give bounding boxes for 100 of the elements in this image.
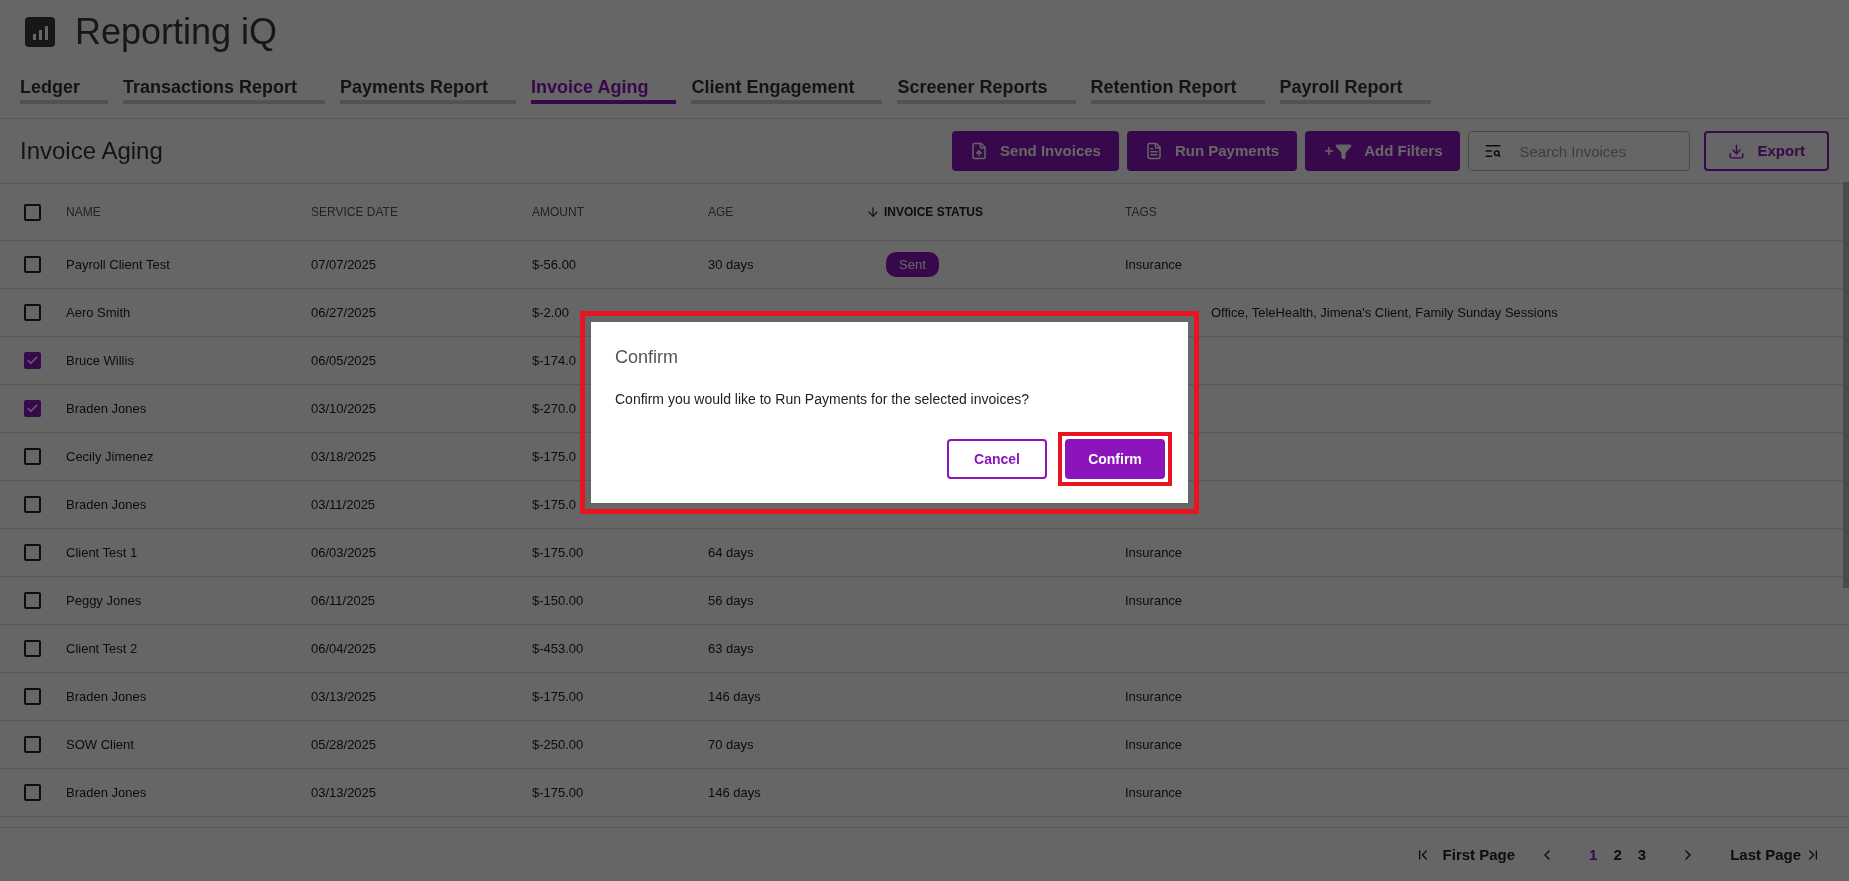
table-cell: 56 days <box>708 592 754 608</box>
toolbar-button[interactable]: Add Filters <box>1305 131 1461 171</box>
page-title: Invoice Aging <box>20 136 163 166</box>
column-header[interactable]: SERVICE DATE <box>311 203 398 221</box>
table-cell: $-2.00 <box>532 304 569 320</box>
app-title: Reporting iQ <box>75 10 278 54</box>
confirm-button[interactable]: Confirm <box>1065 439 1165 479</box>
table-cell: Insurance <box>1125 592 1183 608</box>
table-cell: Cecily Jimenez <box>66 448 154 464</box>
column-header[interactable]: AMOUNT <box>532 203 584 221</box>
table-cell: 06/03/2025 <box>311 544 377 560</box>
checkbox[interactable] <box>24 688 41 705</box>
export-button[interactable]: Export <box>1704 131 1829 171</box>
table-cell: $-56.00 <box>532 256 577 272</box>
table-cell: 03/11/2025 <box>311 496 376 512</box>
table-cell: 63 days <box>708 640 754 656</box>
first-page-button[interactable]: First Page <box>1414 843 1516 867</box>
table-cell: $-150.00 <box>532 592 584 608</box>
table-cell: 06/27/2025 <box>311 304 377 320</box>
status-badge: Sent <box>886 251 939 278</box>
report-tab[interactable]: Retention Report <box>1090 74 1265 104</box>
checkmark-icon <box>26 354 39 367</box>
download-icon <box>1728 142 1746 160</box>
document-icon <box>1144 142 1163 160</box>
table-cell: $-175.00 <box>532 688 584 704</box>
checkbox[interactable] <box>24 400 41 417</box>
table-cell: SOW Client <box>66 736 134 752</box>
toolbar-button[interactable]: Send Invoices <box>952 131 1119 171</box>
table-cell: $-174.0 <box>532 352 577 368</box>
checkbox[interactable] <box>24 544 41 561</box>
table-cell: 64 days <box>708 544 754 560</box>
file-upload-icon <box>970 142 989 160</box>
report-tab[interactable]: Payroll Report <box>1279 74 1431 104</box>
table-cell: Insurance <box>1125 256 1183 272</box>
table-cell: 70 days <box>708 736 754 752</box>
checkbox[interactable] <box>24 448 41 465</box>
table-cell: 05/28/2025 <box>311 736 377 752</box>
report-tab[interactable]: Payments Report <box>340 74 517 104</box>
table-cell: Office, TeleHealth, Jimena's Client, Family Sunday Sessions <box>1211 304 1558 320</box>
table-cell: 06/11/2025 <box>311 592 376 608</box>
page-number[interactable]: 2 <box>1613 843 1622 867</box>
table-cell: 146 days <box>708 784 761 800</box>
checkmark-icon <box>26 402 39 415</box>
table-cell: 07/07/2025 <box>311 256 377 272</box>
table-cell: Braden Jones <box>66 496 147 512</box>
table-cell: $-175.0 <box>532 448 577 464</box>
checkbox[interactable] <box>24 496 41 513</box>
add-filter-icon <box>1323 142 1353 160</box>
table-cell: $-453.00 <box>532 640 584 656</box>
dialog-title: Confirm <box>615 346 679 369</box>
table-cell: Braden Jones <box>66 688 147 704</box>
column-header[interactable]: AGE <box>708 203 734 221</box>
checkbox[interactable] <box>24 640 41 657</box>
table-cell: $-250.00 <box>532 736 584 752</box>
report-tab[interactable]: Transactions Report <box>123 74 326 104</box>
page-number[interactable]: 1 <box>1589 843 1598 867</box>
report-tab[interactable]: Invoice Aging <box>531 74 677 104</box>
dialog-message: Confirm you would like to Run Payments for the selected invoices? <box>615 390 1030 409</box>
checkbox[interactable] <box>24 352 41 369</box>
table-cell: 03/13/2025 <box>311 688 377 704</box>
table-cell: $-175.00 <box>532 784 584 800</box>
table-cell: 06/04/2025 <box>311 640 377 656</box>
report-tab[interactable]: Client Engagement <box>691 74 883 104</box>
table-cell: 03/10/2025 <box>311 400 377 416</box>
table-cell: Client Test 2 <box>66 640 138 656</box>
table-cell: Insurance <box>1125 736 1183 752</box>
table-cell: Insurance <box>1125 784 1183 800</box>
column-header[interactable]: NAME <box>66 203 101 221</box>
table-cell: 06/05/2025 <box>311 352 377 368</box>
checkbox[interactable] <box>24 203 41 221</box>
scrollbar[interactable] <box>1843 182 1849 588</box>
table-cell: 30 days <box>708 256 754 272</box>
table-cell: Payroll Client Test <box>66 256 170 272</box>
table-cell: Insurance <box>1125 688 1183 704</box>
table-cell: Bruce Willis <box>66 352 134 368</box>
cancel-button[interactable]: Cancel <box>947 439 1047 479</box>
checkbox[interactable] <box>24 304 41 321</box>
table-cell: $-175.0 <box>532 496 577 512</box>
last-page-button[interactable]: Last Page <box>1730 843 1821 867</box>
table-cell: Peggy Jones <box>66 592 142 608</box>
table-cell: 03/13/2025 <box>311 784 377 800</box>
table-cell: Aero Smith <box>66 304 131 320</box>
table-cell: Client Test 1 <box>66 544 138 560</box>
report-tab[interactable]: Ledger <box>20 74 108 104</box>
table-cell: Braden Jones <box>66 400 147 416</box>
table-cell: $-270.0 <box>532 400 577 416</box>
search-icon <box>1484 142 1503 160</box>
column-header[interactable]: TAGS <box>1125 203 1157 221</box>
table-cell: 146 days <box>708 688 761 704</box>
checkbox[interactable] <box>24 592 41 609</box>
page-number[interactable]: 3 <box>1637 843 1647 867</box>
checkbox[interactable] <box>24 784 41 801</box>
checkbox[interactable] <box>24 256 41 273</box>
toolbar-button[interactable]: Run Payments <box>1126 131 1298 171</box>
table-cell: 03/18/2025 <box>311 448 377 464</box>
checkbox[interactable] <box>24 736 41 753</box>
column-header[interactable]: INVOICE STATUS <box>884 203 983 221</box>
table-cell: $-175.00 <box>532 544 584 560</box>
bar-chart-logo-icon <box>25 17 55 47</box>
report-tab[interactable]: Screener Reports <box>897 74 1076 104</box>
